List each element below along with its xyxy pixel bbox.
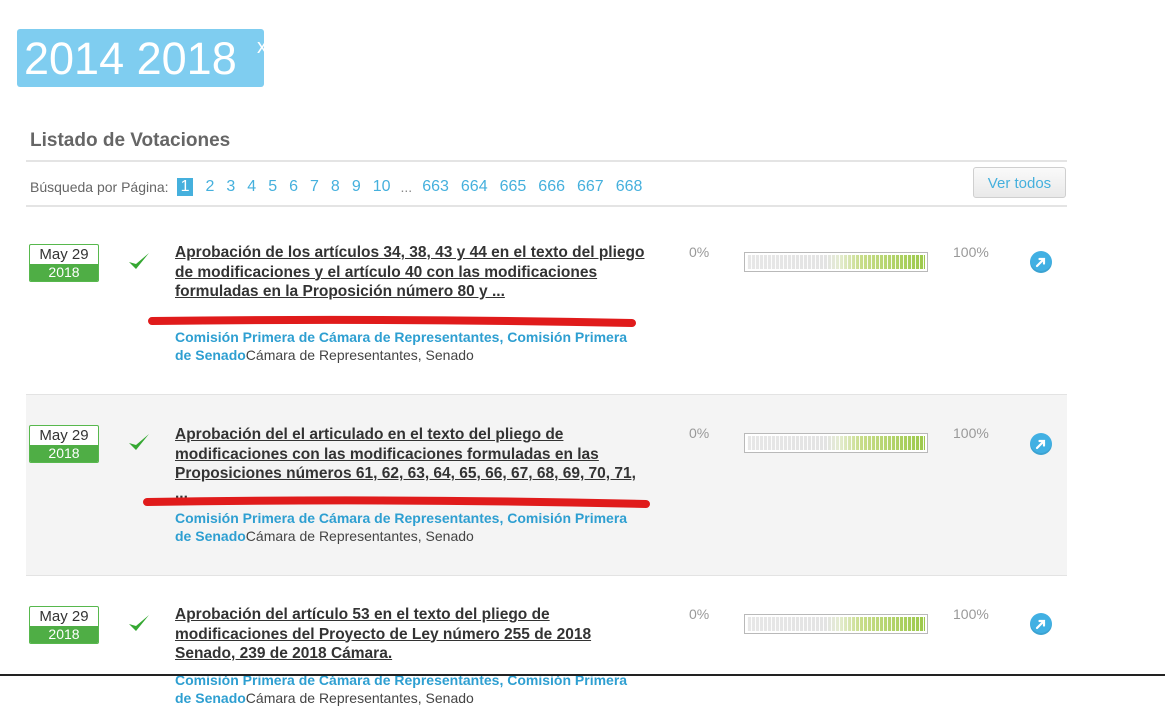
page-link[interactable]: 668 — [616, 178, 643, 196]
vote-title-link[interactable]: Aprobación del artículo 53 en el texto d… — [175, 605, 645, 664]
page-link[interactable]: 7 — [310, 178, 319, 196]
percent-max: 100% — [953, 606, 989, 622]
page-link[interactable]: 665 — [500, 178, 527, 196]
divider — [26, 160, 1067, 162]
vote-row: May 29 2018 Aprobación del artículo 53 e… — [26, 597, 1067, 706]
percent-min: 0% — [689, 244, 710, 260]
vote-title-link[interactable]: Aprobación de los artículos 34, 38, 43 y… — [175, 243, 645, 302]
approved-check-icon — [129, 253, 149, 269]
date-day: May 29 — [39, 427, 89, 444]
date-year: 2018 — [30, 445, 98, 462]
date-year: 2018 — [30, 626, 98, 643]
filter-tag-label: 2014 2018 — [24, 33, 237, 84]
vote-meta: Comisión Primera de Cámara de Representa… — [175, 671, 645, 707]
page-link[interactable]: 666 — [538, 178, 565, 196]
chamber-text: Cámara de Representantes, Senado — [245, 528, 474, 544]
page-link[interactable]: 1 — [176, 178, 194, 196]
page-link[interactable]: 664 — [461, 178, 488, 196]
page-link[interactable]: 4 — [247, 178, 256, 196]
vote-result-bar-fill — [747, 617, 925, 631]
approved-check-icon — [129, 434, 149, 450]
vote-result-bar — [744, 433, 928, 453]
approved-check-icon — [129, 615, 149, 631]
date-badge: May 29 2018 — [29, 244, 99, 282]
filter-remove-button[interactable]: x — [257, 37, 267, 57]
date-year: 2018 — [30, 264, 98, 281]
date-badge: May 29 2018 — [29, 606, 99, 644]
vote-meta: Comisión Primera de Cámara de Representa… — [175, 509, 645, 545]
date-day: May 29 — [39, 246, 89, 263]
vote-result-bar-fill — [747, 436, 925, 450]
percent-min: 0% — [689, 425, 710, 441]
chamber-text: Cámara de Representantes, Senado — [245, 690, 474, 706]
date-day: May 29 — [39, 608, 89, 625]
page-link[interactable]: 9 — [352, 178, 361, 196]
view-all-button[interactable]: Ver todos — [973, 167, 1066, 198]
vote-meta: Comisión Primera de Cámara de Representa… — [175, 328, 645, 364]
vote-row: May 29 2018 Aprobación del el articulado… — [26, 394, 1067, 576]
divider — [26, 205, 1067, 207]
page-link[interactable]: 663 — [422, 178, 449, 196]
external-link-icon[interactable] — [1030, 433, 1052, 455]
external-link-icon[interactable] — [1030, 251, 1052, 273]
section-title: Listado de Votaciones — [30, 130, 231, 151]
vote-title-link[interactable]: Aprobación del el articulado en el texto… — [175, 425, 645, 503]
page-link[interactable]: 5 — [268, 178, 277, 196]
vote-result-bar — [744, 614, 928, 634]
percent-min: 0% — [689, 606, 710, 622]
vote-result-bar — [744, 252, 928, 272]
percent-max: 100% — [953, 244, 989, 260]
pagination-ellipsis: ... — [400, 179, 413, 195]
pagination: Búsqueda por Página: 1 2 3 4 5 6 7 8 9 1… — [30, 177, 648, 197]
vote-row: May 29 2018 Aprobación de los artículos … — [26, 235, 1067, 415]
page-link[interactable]: 667 — [577, 178, 604, 196]
page-link[interactable]: 8 — [331, 178, 340, 196]
page-link[interactable]: 3 — [226, 178, 235, 196]
vote-result-bar-fill — [747, 255, 925, 269]
chamber-text: Cámara de Representantes, Senado — [245, 347, 474, 363]
page-link[interactable]: 10 — [373, 178, 391, 196]
date-badge: May 29 2018 — [29, 425, 99, 463]
external-link-icon[interactable] — [1030, 613, 1052, 635]
page-link[interactable]: 6 — [289, 178, 298, 196]
page-link[interactable]: 2 — [205, 178, 214, 196]
percent-max: 100% — [953, 425, 989, 441]
year-filter-tag[interactable]: 2014 2018 x — [17, 29, 267, 87]
pagination-label: Búsqueda por Página: — [30, 179, 169, 195]
